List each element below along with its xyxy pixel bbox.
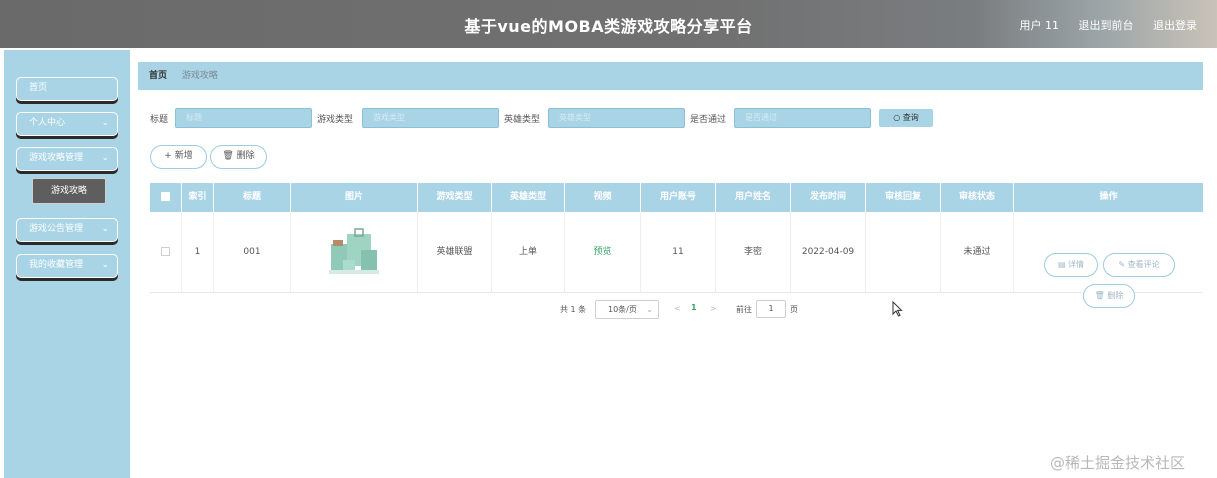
detail-label: 详情: [1068, 260, 1085, 269]
goto-page-input[interactable]: 1: [756, 300, 786, 318]
breadcrumb-home[interactable]: 首页: [149, 71, 167, 81]
watermark: @稀土掘金技术社区: [1050, 454, 1186, 472]
sidebar-item-label: 我的收藏管理: [29, 260, 84, 270]
row-delete-label: 删除: [1107, 291, 1124, 300]
chevron-down-icon: ⌄: [101, 260, 109, 270]
row-delete-button[interactable]: 🗑 删除: [1083, 284, 1135, 308]
col-account: 用户账号: [641, 183, 716, 212]
logout-link[interactable]: 退出登录: [1153, 19, 1197, 32]
sidebar-item-label: 游戏公告管理: [29, 224, 84, 234]
col-operations: 操作: [1099, 192, 1118, 202]
breadcrumb-current: 游戏攻略: [181, 71, 218, 81]
cell-name: 李密: [716, 212, 791, 293]
cell-index: 1: [182, 212, 214, 293]
cell-game-type: 英雄联盟: [418, 212, 492, 293]
cell-operations: ▤ 详情 ✎ 查看评论 🗑 删除: [1014, 212, 1203, 308]
cell-review-status: 未通过: [941, 212, 1014, 293]
game-type-label: 游戏类型: [317, 115, 354, 125]
game-type-input[interactable]: 游戏类型: [362, 108, 499, 128]
goto-label: 前往: [736, 305, 752, 314]
view-comments-label: 查看评论: [1127, 260, 1160, 269]
video-preview-link[interactable]: 预览: [593, 247, 611, 257]
sidebar-subitem-guides[interactable]: 游戏攻略: [32, 178, 106, 204]
chevron-down-icon: ⌄: [646, 305, 653, 314]
row-checkbox[interactable]: [161, 247, 170, 256]
delete-button[interactable]: 🗑 删除: [210, 145, 267, 169]
sidebar-item-home[interactable]: 首页: [16, 77, 118, 101]
sidebar-item-profile[interactable]: 个人中心 ⌄: [16, 112, 118, 136]
passed-label: 是否通过: [690, 115, 727, 125]
cell-account: 11: [641, 212, 716, 293]
table-row: 1 001 英雄联盟 上单 预览 11 李密 2022-04-09 未通过 ▤ …: [150, 212, 1203, 308]
cell-review-reply: [866, 212, 941, 293]
search-form: 标题 标题 游戏类型 游戏类型 英雄类型 英雄类型 是否通过 是否通过 ○ 查询: [150, 108, 950, 130]
detail-icon: ▤: [1057, 260, 1069, 269]
header-links: 用户 11 退出到前台 退出登录: [1004, 17, 1198, 33]
query-button[interactable]: ○ 查询: [878, 108, 934, 128]
edit-icon: ✎: [1118, 260, 1128, 269]
view-comments-button[interactable]: ✎ 查看评论: [1103, 253, 1175, 277]
chevron-down-icon: ⌄: [101, 224, 109, 234]
page-size-value: 10条/页: [608, 305, 637, 314]
sidebar-item-label: 个人中心: [29, 118, 66, 128]
user-label: 用户 11: [1019, 19, 1060, 32]
cell-date: 2022-04-09: [791, 212, 866, 293]
cell-image: [291, 212, 418, 293]
table-header: 索引 标题 图片 游戏类型 英雄类型 视频 用户账号 用户姓名 发布时间 审核回…: [150, 183, 1203, 212]
page-suffix-label: 页: [790, 305, 798, 314]
col-index: 索引: [182, 183, 214, 212]
top-header: 基于vue的MOBA类游戏攻略分享平台 用户 11 退出到前台 退出登录: [0, 0, 1217, 48]
hero-type-label: 英雄类型: [504, 115, 541, 125]
data-table: 索引 标题 图片 游戏类型 英雄类型 视频 用户账号 用户姓名 发布时间 审核回…: [150, 183, 1203, 308]
hero-type-input[interactable]: 英雄类型: [548, 108, 685, 128]
page-number-current[interactable]: 1: [691, 303, 697, 312]
pagination-total: 共 1 条: [560, 305, 587, 314]
sidebar-item-announcement-management[interactable]: 游戏公告管理 ⌄: [16, 218, 118, 242]
col-game-type: 游戏类型: [418, 183, 492, 212]
sidebar-subitem-label: 游戏攻略: [50, 186, 87, 196]
chevron-down-icon: ⌄: [101, 153, 109, 163]
col-hero-type: 英雄类型: [492, 183, 565, 212]
cell-hero-type: 上单: [492, 212, 565, 293]
col-video: 视频: [565, 183, 641, 212]
sidebar-item-favorites-management[interactable]: 我的收藏管理 ⌄: [16, 254, 118, 278]
cell-title: 001: [214, 212, 291, 293]
sidebar-item-guide-management[interactable]: 游戏攻略管理 ⌄: [16, 147, 118, 171]
col-title: 标题: [214, 183, 291, 212]
sidebar: 首页 个人中心 ⌄ 游戏攻略管理 ⌄ 游戏攻略 游戏公告管理 ⌄ 我的收藏管理 …: [4, 50, 130, 478]
passed-input[interactable]: 是否通过: [734, 108, 871, 128]
sidebar-item-label: 游戏攻略管理: [29, 153, 84, 163]
sidebar-item-label: 首页: [29, 83, 48, 93]
col-date: 发布时间: [791, 183, 866, 212]
prev-page-button[interactable]: <: [674, 304, 681, 313]
select-all-cell[interactable]: [150, 183, 182, 212]
next-page-button[interactable]: >: [710, 304, 717, 313]
col-review-status: 审核状态: [941, 183, 1014, 212]
detail-button[interactable]: ▤ 详情: [1044, 253, 1098, 277]
row-select-cell[interactable]: [150, 212, 182, 293]
mouse-cursor-icon: [892, 301, 903, 317]
title-label: 标题: [150, 115, 169, 125]
chevron-down-icon: ⌄: [101, 118, 109, 128]
breadcrumb: 首页 游戏攻略: [138, 62, 1203, 90]
col-review-reply: 审核回复: [866, 183, 941, 212]
back-to-front-link[interactable]: 退出到前台: [1079, 19, 1134, 32]
product-thumbnail-image[interactable]: [327, 226, 383, 278]
trash-icon: 🗑: [1094, 291, 1108, 300]
col-name: 用户姓名: [716, 183, 791, 212]
add-button[interactable]: + 新增: [150, 145, 207, 169]
cell-video: 预览: [565, 212, 641, 293]
select-all-checkbox[interactable]: [161, 192, 170, 201]
title-input[interactable]: 标题: [175, 108, 312, 128]
col-image: 图片: [291, 183, 418, 212]
page-size-select[interactable]: 10条/页 ⌄: [595, 300, 659, 319]
